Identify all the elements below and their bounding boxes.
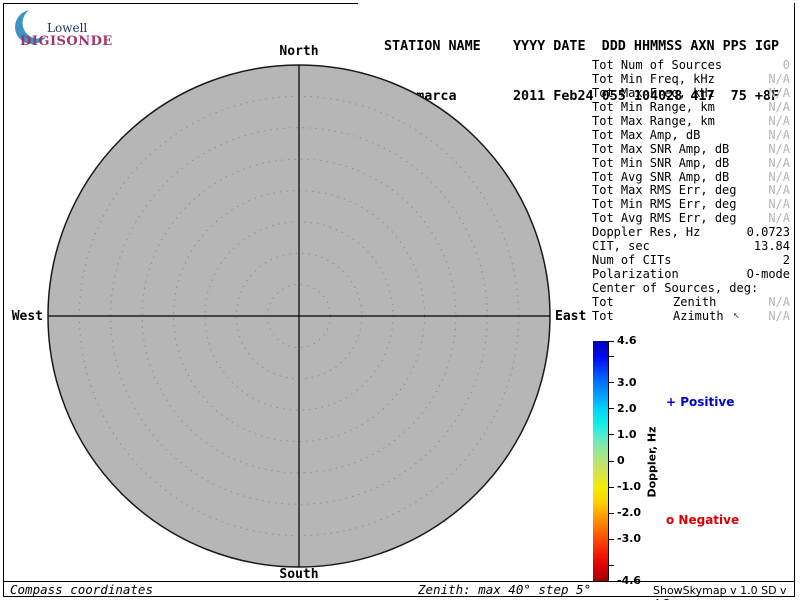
stats-row: Tot Num of Sources 0 [592, 59, 790, 73]
stats-row-value: N/A [768, 184, 790, 198]
footer-version-caption: ShowSkymap v 1.0 SD v 4.2 [653, 584, 800, 600]
stats-row-value: N/A [768, 157, 790, 171]
stats-row-label: Doppler Res, Hz [592, 226, 700, 240]
colorbar-tick-label: 4.6 [617, 334, 637, 347]
stats-row-label: Tot Max RMS Err, deg [592, 184, 737, 198]
stats-row-value: N/A [768, 73, 790, 87]
colorbar-axis [608, 341, 609, 582]
colorbar-tick-label: 3.0 [617, 376, 637, 389]
stats-row: Tot Min Freq, kHz N/A [592, 73, 790, 87]
stats-row: Polarization O-mode [592, 268, 790, 282]
colorbar-tick-label: 1.0 [617, 428, 637, 441]
colorbar-tick [608, 408, 614, 409]
stats-row-label: Tot Min RMS Err, deg [592, 198, 737, 212]
colorbar-tick-label: -1.0 [617, 480, 641, 493]
colorbar-tick [608, 341, 614, 342]
stats-row-value: N/A [768, 212, 790, 226]
stats-row-label: Tot [592, 296, 614, 310]
stats-row-value: 0.0723 [747, 226, 790, 240]
stats-row: Doppler Res, Hz 0.0723 [592, 226, 790, 240]
colorbar-tick [608, 434, 614, 435]
stats-row: Tot Max SNR Amp, dB N/A [592, 143, 790, 157]
stats-row: Tot Max RMS Err, deg N/A [592, 184, 790, 198]
stats-row: Tot Avg SNR Amp, dB N/A [592, 171, 790, 185]
stats-row-value: 2 [783, 254, 790, 268]
stats-row: Tot Min Range, km N/A [592, 101, 790, 115]
stats-row-label: CIT, sec [592, 240, 650, 254]
compass-label-south: South [279, 567, 318, 582]
compass-label-east: East [555, 309, 586, 324]
stats-row-value: N/A [768, 171, 790, 185]
stats-row-value: N/A [768, 198, 790, 212]
stats-row-label: Tot Avg RMS Err, deg [592, 212, 737, 226]
stats-row-value: N/A [768, 143, 790, 157]
stats-row-value: N/A [768, 115, 790, 129]
stats-row-label: Tot [592, 310, 614, 324]
legend-positive: + Positive [666, 395, 734, 409]
stats-row-label: Tot Avg SNR Amp, dB [592, 171, 729, 185]
stats-row-value: 0 [783, 59, 790, 73]
stats-row: Tot Avg RMS Err, deg N/A [592, 212, 790, 226]
stats-row-label: Tot Min Range, km [592, 101, 715, 115]
stats-row-label: Tot Max Amp, dB [592, 129, 700, 143]
colorbar-tick [608, 356, 614, 357]
legend-negative: o Negative [666, 513, 739, 527]
stats-row-label: Tot Min SNR Amp, dB [592, 157, 729, 171]
footer-coordinates-caption: Compass coordinates [10, 582, 153, 597]
colorbar-tick-label: -3.0 [617, 532, 641, 545]
stats-row-value: N/A [768, 310, 790, 324]
showskymap-window: Lowell DIGISONDE STATION NAME YYYY DATE … [0, 0, 800, 600]
stats-row-label: Tot Min Freq, kHz [592, 73, 715, 87]
stats-row-value: 13.84 [754, 240, 790, 254]
stats-row-value: N/A [768, 87, 790, 101]
stats-row: Center of Sources, deg: [592, 282, 790, 296]
colorbar-tick-label: -4.6 [617, 574, 641, 587]
stats-row-value: N/A [768, 129, 790, 143]
stats-row: Tot Max Amp, dB N/A [592, 129, 790, 143]
stats-row: Tot Min RMS Err, deg N/A [592, 198, 790, 212]
stats-row: Tot Azimuth N/A [592, 310, 790, 324]
stats-row-label: Tot Max SNR Amp, dB [592, 143, 729, 157]
colorbar-title: Doppler, Hz [646, 426, 659, 497]
colorbar-tick [608, 539, 614, 540]
stats-row-label: Tot Max Freq, kHz [592, 87, 715, 101]
colorbar-tick-label: -2.0 [617, 506, 641, 519]
mouse-cursor-icon: ↖ [733, 308, 740, 321]
stats-row-value: N/A [768, 101, 790, 115]
colorbar-tick [608, 382, 614, 383]
stats-row: CIT, sec 13.84 [592, 240, 790, 254]
stats-row-label: Num of CITs [592, 254, 671, 268]
colorbar-tick [608, 581, 614, 582]
colorbar-tick [608, 461, 614, 462]
stats-row-sublabel: Azimuth [673, 310, 724, 324]
footer-zenith-caption: Zenith: max 40° step 5° [418, 582, 591, 597]
colorbar-tick [608, 565, 614, 566]
stats-row: Tot Max Freq, kHz N/A [592, 87, 790, 101]
colorbar-tick-label: 2.0 [617, 402, 637, 415]
stats-row-label: Tot Num of Sources [592, 59, 722, 73]
stats-row: Num of CITs 2 [592, 254, 790, 268]
stats-row-label: Center of Sources, deg: [592, 282, 758, 296]
stats-row: Tot Min SNR Amp, dB N/A [592, 157, 790, 171]
stats-row: Tot Zenith N/A [592, 296, 790, 310]
compass-label-west: West [2, 309, 43, 324]
colorbar-gradient [593, 341, 608, 581]
stats-row-sublabel: Zenith [673, 296, 716, 310]
stats-row-label: Polarization [592, 268, 679, 282]
stats-row-label: Tot Max Range, km [592, 115, 715, 129]
stats-row: Tot Max Range, km N/A [592, 115, 790, 129]
colorbar-tick-label: 0 [617, 454, 625, 467]
stats-row-value: O-mode [747, 268, 790, 282]
colorbar-tick [608, 513, 614, 514]
stats-row-value: N/A [768, 296, 790, 310]
stats-table: Tot Num of Sources0Tot Min Freq, kHzN/AT… [592, 59, 790, 324]
colorbar-tick [608, 487, 614, 488]
compass-label-north: North [279, 44, 318, 59]
